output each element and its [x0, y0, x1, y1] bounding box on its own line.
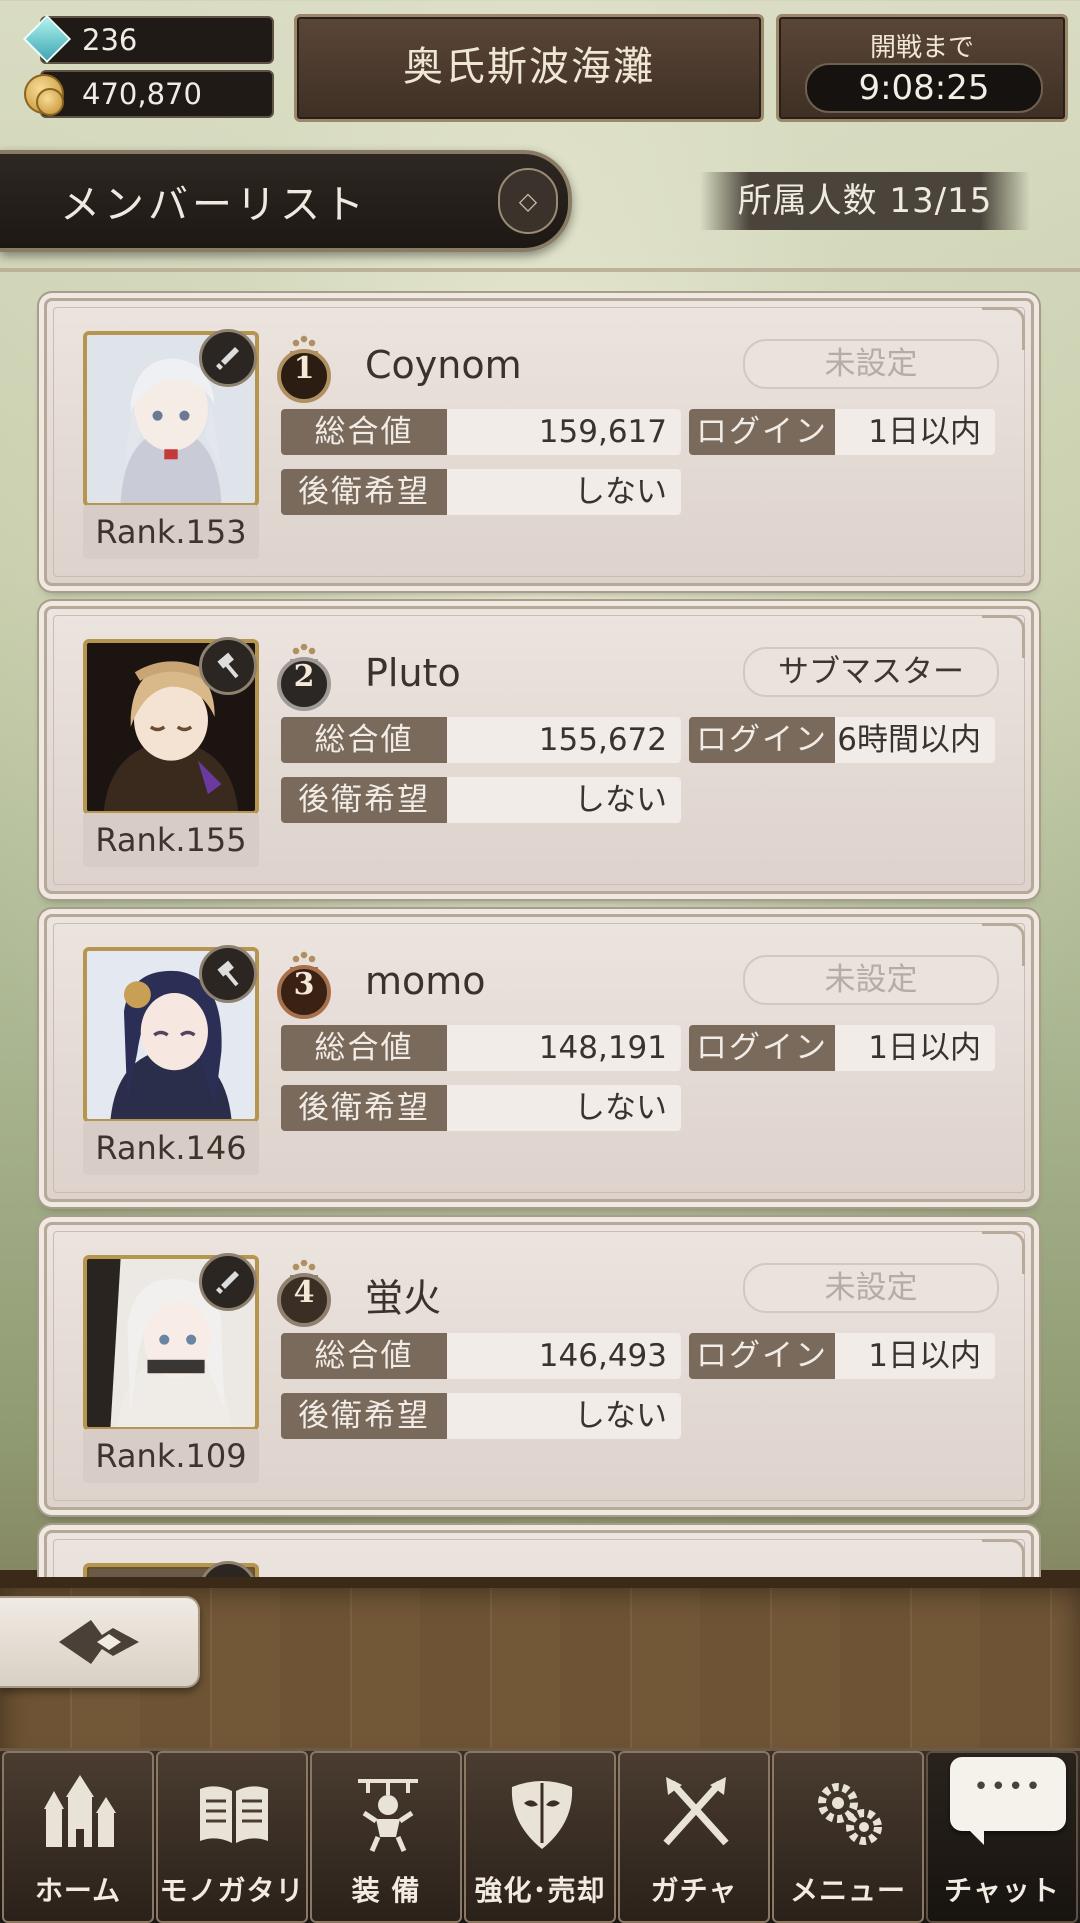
nav-story[interactable]: モノガタリ: [156, 1751, 308, 1923]
bronze-rank-medal-icon: 3: [273, 951, 335, 1019]
rear-guard-label: 後衛希望: [281, 469, 447, 515]
nav-equipment[interactable]: 装 備: [310, 1751, 462, 1923]
rank-position: 1: [293, 351, 315, 386]
member-list-header: メンバーリスト ◇: [0, 150, 572, 252]
rear-guard-value: しない: [447, 777, 681, 823]
nav-menu[interactable]: メニュー: [772, 1751, 924, 1923]
login-value: 6時間以内: [835, 717, 995, 763]
nav-chat[interactable]: •••• チャット: [926, 1751, 1078, 1923]
nav-enhance-sell[interactable]: 強化･売却: [464, 1751, 616, 1923]
nav-label: チャット: [944, 1874, 1060, 1907]
login-label: ログイン: [689, 717, 835, 763]
nav-gacha[interactable]: ガチャ: [618, 1751, 770, 1923]
sword-icon: [199, 329, 257, 387]
coin-counter: 470,870: [24, 70, 274, 118]
member-rank: Rank.155: [83, 813, 259, 867]
member-name: 蛍火: [365, 1276, 442, 1320]
total-power-value: 159,617: [447, 409, 681, 455]
timer-value: 9:08:25: [805, 63, 1043, 113]
rear-guard-value: しない: [447, 1393, 681, 1439]
nav-label: 装 備: [351, 1874, 421, 1907]
member-card[interactable]: Rank.146 3 momo 未設定 総合値 148,191 ログイン 1日以…: [44, 914, 1034, 1202]
total-power-label: 総合値: [281, 409, 447, 455]
nav-label: 強化･売却: [474, 1874, 606, 1907]
member-rank: Rank.109: [83, 1429, 259, 1483]
nav-label: ガチャ: [650, 1874, 738, 1907]
silver-rank-medal-icon: 2: [273, 643, 335, 711]
member-list-title: メンバーリスト: [60, 182, 368, 228]
role-badge: 未設定: [743, 339, 999, 389]
coin-count: 470,870: [82, 77, 202, 111]
member-card[interactable]: [44, 1530, 1034, 1577]
member-card[interactable]: Rank.155 2 Pluto サブマスター 総合値 155,672 ログイン…: [44, 606, 1034, 894]
nav-label: メニュー: [789, 1874, 906, 1907]
gears-icon: [818, 1783, 882, 1845]
nav-label: ホーム: [34, 1874, 122, 1907]
rear-guard-label: 後衛希望: [281, 777, 447, 823]
puppet-icon: [358, 1779, 418, 1852]
total-power-value: 148,191: [447, 1025, 681, 1071]
timer-label: 開戦まで: [869, 33, 974, 63]
coin-icon: [24, 74, 64, 116]
total-power-label: 総合値: [281, 1333, 447, 1379]
nav-home[interactable]: ホーム: [2, 1751, 154, 1923]
crossed-swords-icon: [663, 1777, 729, 1846]
rank-position: 2: [293, 659, 315, 694]
rear-guard-value: しない: [447, 469, 681, 515]
book-icon: [200, 1786, 268, 1843]
rear-guard-value: しない: [447, 1085, 681, 1131]
login-label: ログイン: [689, 1025, 835, 1071]
rear-guard-label: 後衛希望: [281, 1085, 447, 1131]
role-badge: 未設定: [743, 955, 999, 1005]
role-badge: サブマスター: [743, 647, 999, 697]
login-value: 1日以内: [835, 1025, 995, 1071]
login-value: 1日以内: [835, 1333, 995, 1379]
member-rank: Rank.153: [83, 505, 259, 559]
login-value: 1日以内: [835, 409, 995, 455]
castle-icon: [44, 1775, 116, 1847]
gold-rank-medal-icon: 1: [273, 335, 335, 403]
chat-bubble-icon: ••••: [950, 1757, 1066, 1845]
hammer-icon: [199, 637, 257, 695]
login-label: ログイン: [689, 409, 835, 455]
rank-position: 4: [293, 1275, 315, 1310]
member-card[interactable]: Rank.109 4 蛍火 未設定 総合値 146,493 ログイン 1日以内 …: [44, 1222, 1034, 1510]
total-power-value: 146,493: [447, 1333, 681, 1379]
total-power-value: 155,672: [447, 717, 681, 763]
member-list[interactable]: Rank.153 1 Coynom 未設定 総合値 159,617 ログイン 1…: [0, 268, 1080, 1577]
back-button[interactable]: [0, 1596, 200, 1688]
member-count: 所属人数 13/15: [700, 172, 1030, 230]
battle-timer: 開戦まで 9:08:25: [776, 14, 1068, 122]
member-name: Pluto: [365, 651, 461, 695]
bottom-nav: ホーム モノガタリ 装 備 強化･売却 ガチャ メニュー •••• チャット: [0, 1748, 1080, 1923]
member-name: momo: [365, 959, 486, 1003]
rear-guard-label: 後衛希望: [281, 1393, 447, 1439]
rank-medal-icon: 4: [273, 1259, 335, 1327]
total-power-label: 総合値: [281, 717, 447, 763]
rank-position: 3: [293, 967, 315, 1002]
gem-counter: 236: [22, 14, 274, 64]
login-label: ログイン: [689, 1333, 835, 1379]
member-rank: Rank.146: [83, 1121, 259, 1175]
corner-ornament: [982, 1539, 1025, 1577]
battle-area-title: 奥氏斯波海灘: [294, 14, 764, 122]
member-name: Coynom: [365, 343, 522, 387]
mask-icon: [511, 1781, 573, 1849]
role-badge: 未設定: [743, 1263, 999, 1313]
gem-count: 236: [82, 23, 138, 57]
back-arrow-icon: [59, 1620, 139, 1664]
sort-toggle-icon[interactable]: ◇: [498, 168, 558, 234]
sword-icon: [199, 1253, 257, 1311]
total-power-label: 総合値: [281, 1025, 447, 1071]
member-card[interactable]: Rank.153 1 Coynom 未設定 総合値 159,617 ログイン 1…: [44, 298, 1034, 586]
nav-label: モノガタリ: [159, 1874, 305, 1907]
hammer-icon: [199, 945, 257, 1003]
